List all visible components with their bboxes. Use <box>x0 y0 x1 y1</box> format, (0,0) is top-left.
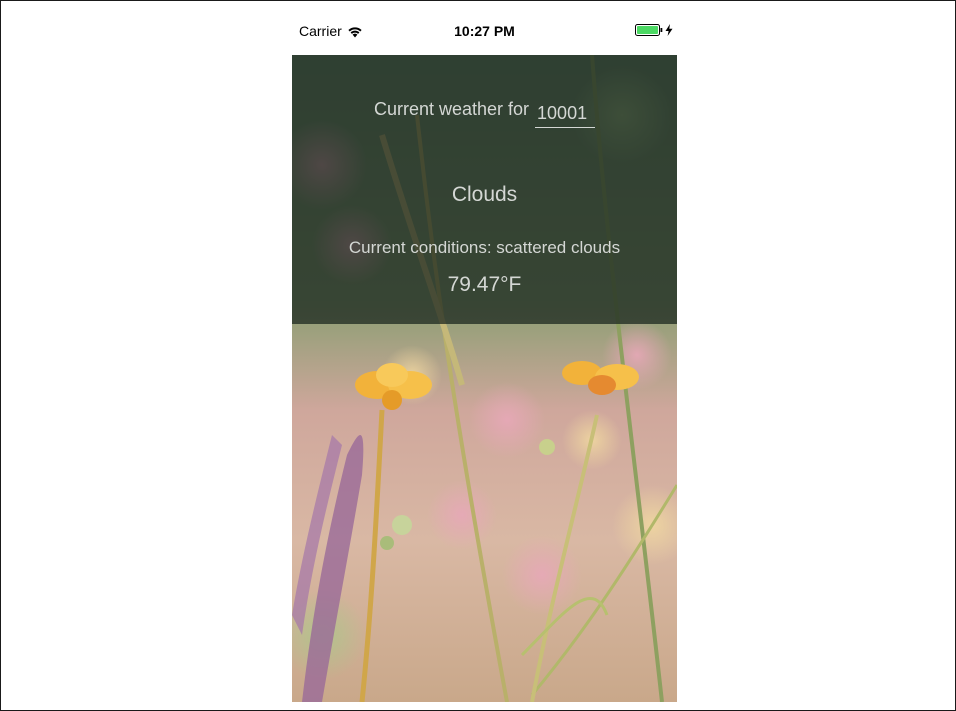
weather-main: Clouds <box>451 183 518 206</box>
app-window: Carrier 10:27 PM Current weather for 100… <box>0 0 956 711</box>
zip-label: Current weather for <box>373 99 530 119</box>
battery-indicator <box>635 24 673 36</box>
status-time: 10:27 PM <box>454 23 515 39</box>
bolt-icon <box>665 24 673 36</box>
weather-description: Current conditions: scattered clouds <box>348 238 621 257</box>
status-bar: Carrier 10:27 PM <box>292 15 677 49</box>
temperature: 79.47°F <box>447 273 522 296</box>
weather-app: Current weather for Clouds Current condi… <box>292 55 677 702</box>
zip-row: Current weather for <box>292 99 677 128</box>
weather-panel: Current weather for Clouds Current condi… <box>292 55 677 324</box>
zip-input[interactable] <box>535 103 596 128</box>
battery-icon <box>635 24 663 36</box>
